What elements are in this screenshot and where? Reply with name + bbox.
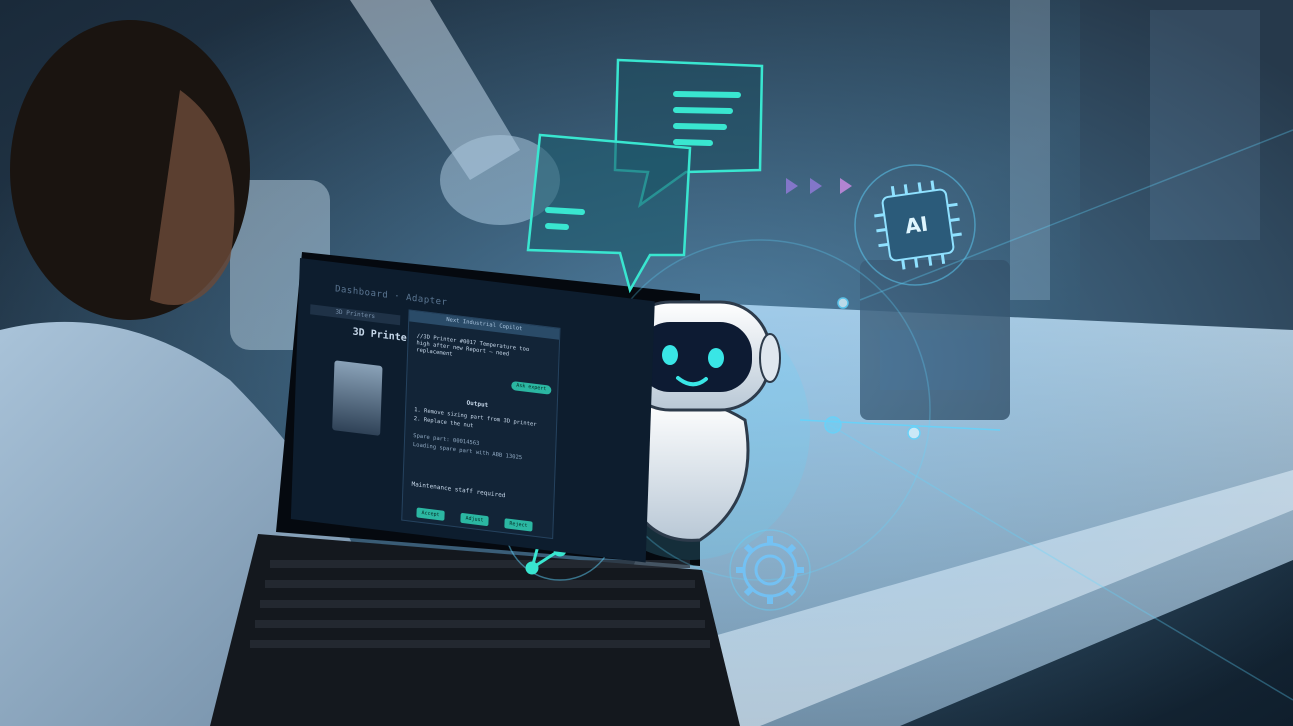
robot-eye-left: [662, 345, 678, 365]
copilot-message: //3D Printer #0017 Temperature too high …: [416, 333, 530, 358]
scene: Dashboard · Adapter 3D Printers 3D Print…: [0, 0, 1293, 726]
reject-button[interactable]: Reject: [504, 518, 533, 532]
app-title: Dashboard · Adapter: [334, 284, 448, 309]
maintenance-note: Maintenance staff required: [411, 480, 506, 500]
ai-chip-label: AI: [903, 211, 930, 239]
laptop-screen: Dashboard · Adapter 3D Printers 3D Print…: [290, 258, 655, 563]
robot-face: [638, 322, 752, 392]
printer-image: [332, 360, 383, 436]
adjust-button[interactable]: Adjust: [460, 512, 489, 527]
device-tab[interactable]: 3D Printers: [310, 304, 401, 326]
ask-expert-button[interactable]: Ask expert: [511, 380, 552, 395]
copilot-panel: Next Industrial Copilot //3D Printer #00…: [401, 309, 561, 540]
robot-eye-right: [708, 348, 724, 368]
output-heading: Output: [466, 399, 489, 410]
robot-ear-right: [759, 333, 781, 383]
accept-button[interactable]: Accept: [416, 507, 445, 521]
